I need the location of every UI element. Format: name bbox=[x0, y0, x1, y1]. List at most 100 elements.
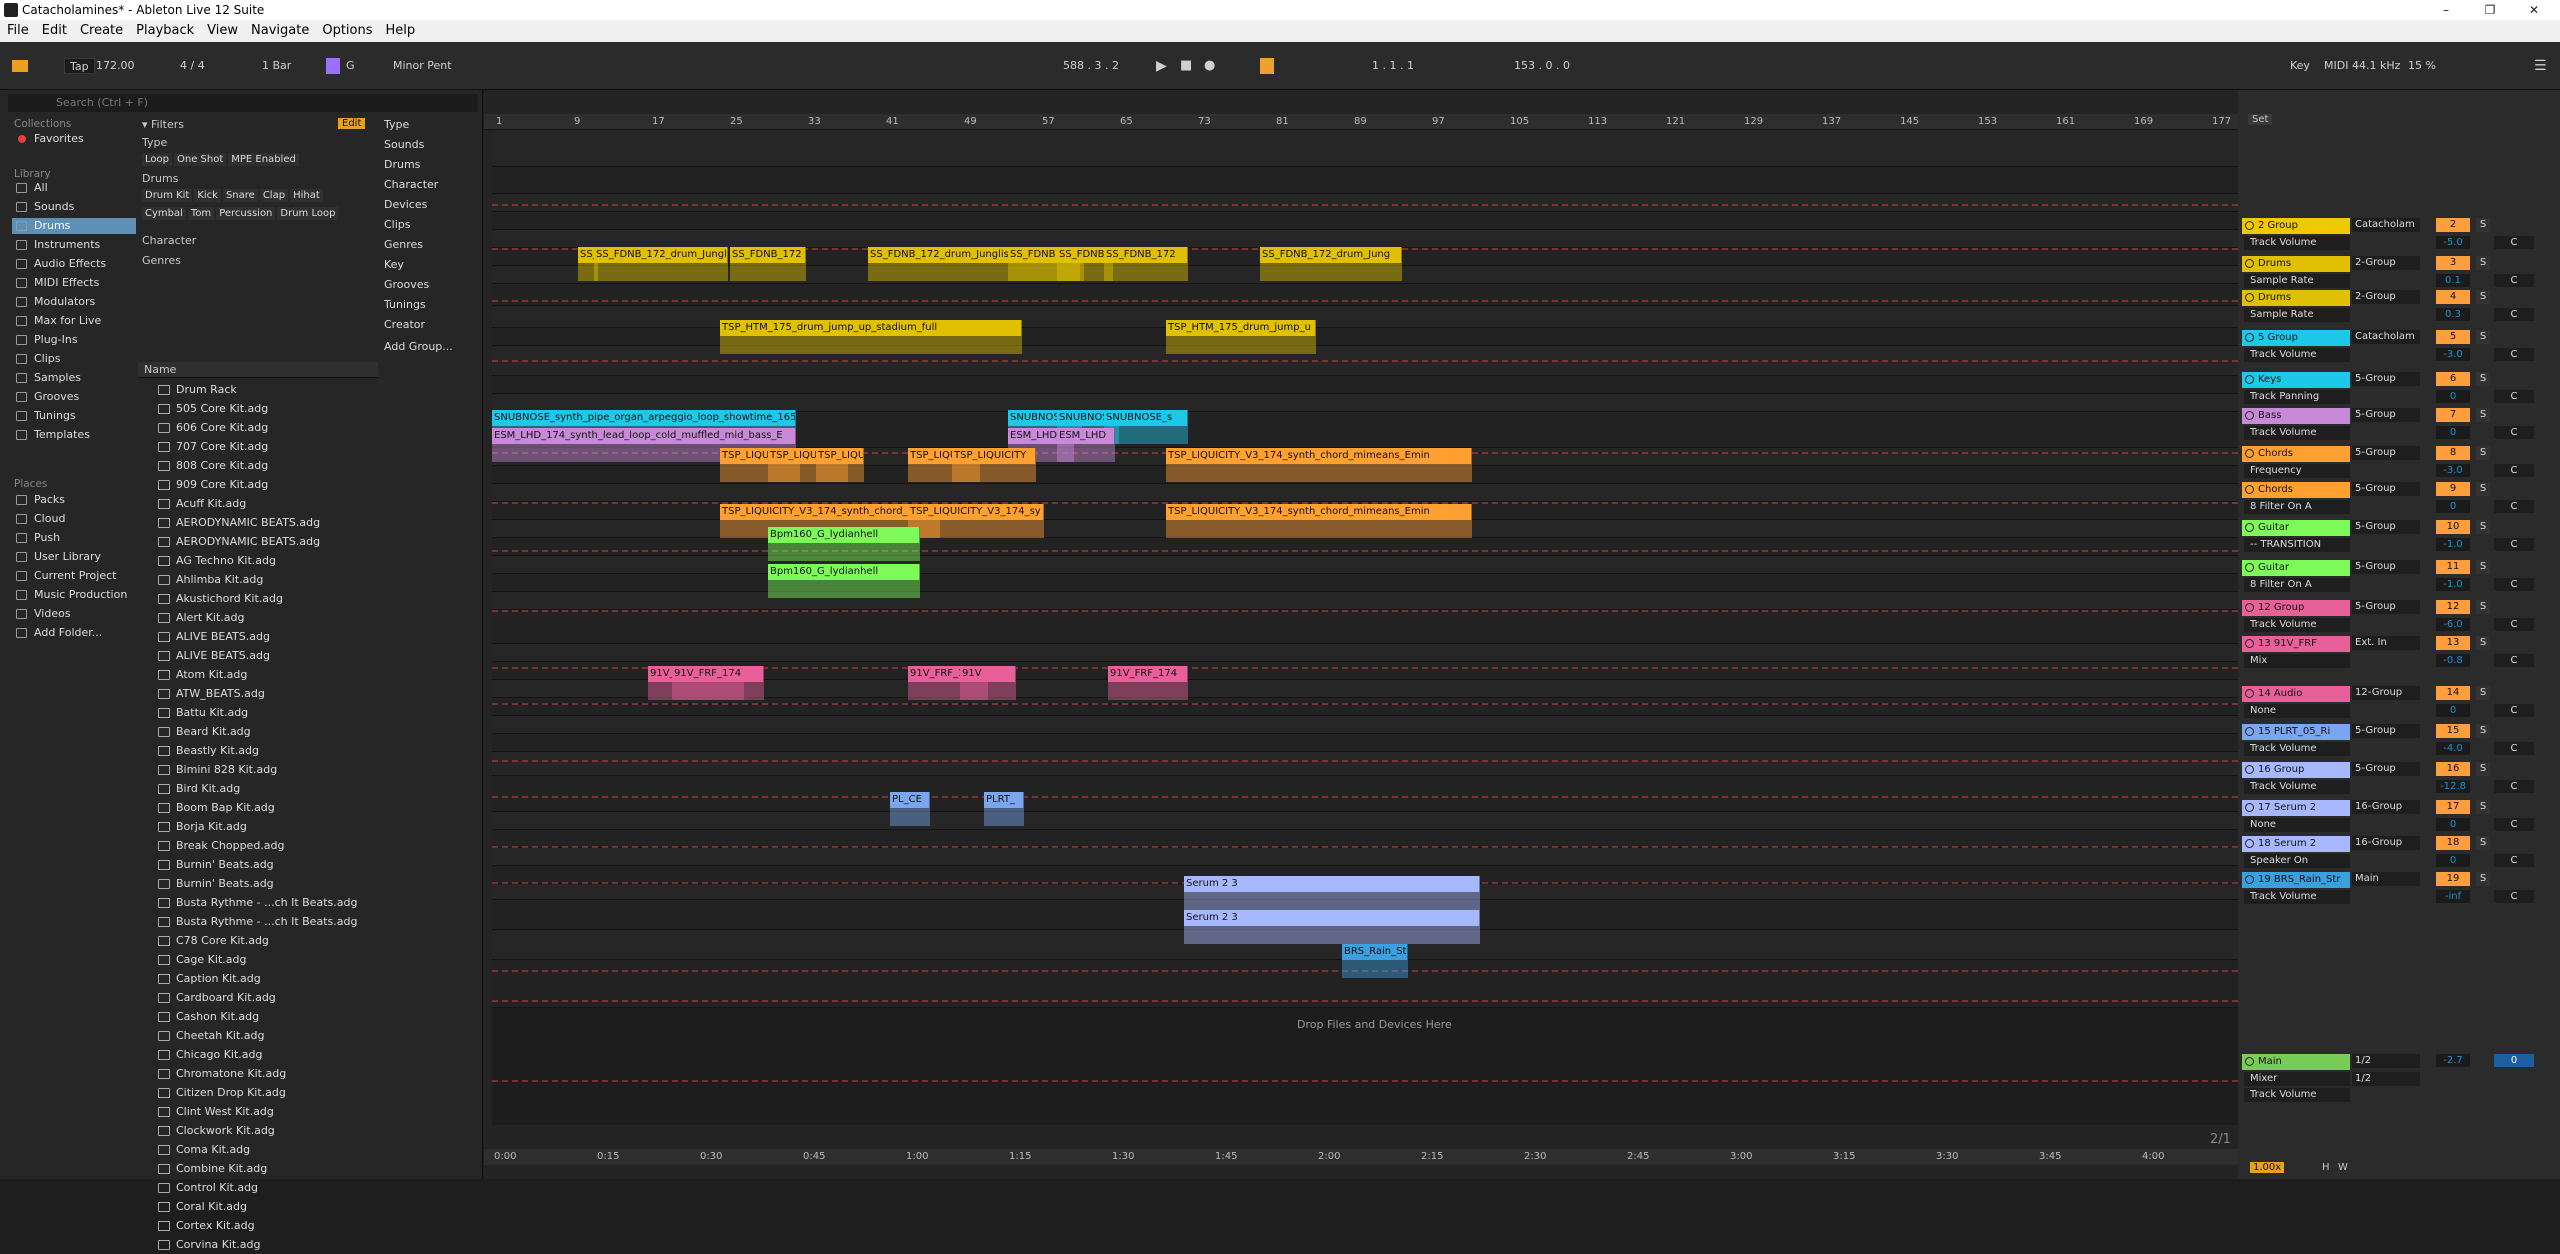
menu-options[interactable]: Options bbox=[315, 20, 378, 38]
clip-body[interactable] bbox=[1184, 892, 1480, 910]
output-routing-select[interactable]: 5-Group bbox=[2352, 482, 2420, 496]
browser-list-item[interactable]: 909 Core Kit.adg bbox=[138, 475, 370, 494]
fold-toggle-icon[interactable] bbox=[2245, 765, 2254, 774]
track-lane[interactable] bbox=[492, 592, 2238, 610]
filter-category[interactable]: Devices bbox=[384, 198, 427, 211]
clip[interactable]: 91V bbox=[960, 666, 1016, 682]
clip-body[interactable] bbox=[768, 580, 920, 598]
clip[interactable]: Bpm160_G_lydianhell bbox=[768, 564, 920, 580]
main-volume[interactable]: -2.7 bbox=[2436, 1054, 2470, 1067]
automation-param-select[interactable]: 8 Filter On A bbox=[2244, 578, 2350, 592]
browser-list-item[interactable]: Cage Kit.adg bbox=[138, 950, 370, 969]
clip[interactable]: TSP_LIQUICITY_V3_174_synth_chord_mimeans… bbox=[1166, 448, 1472, 464]
clip[interactable]: SS_FDNB_172_drum_Jung bbox=[1260, 247, 1402, 263]
automation-param-select[interactable]: Track Panning bbox=[2244, 390, 2350, 404]
browser-search-input[interactable]: Search (Ctrl + F) bbox=[8, 94, 478, 112]
clip[interactable]: SS_FDNB_172 bbox=[1104, 247, 1188, 263]
pan-field[interactable]: C bbox=[2494, 780, 2534, 793]
browser-list-item[interactable]: Break Chopped.adg bbox=[138, 836, 370, 855]
browser-list-item[interactable]: Burnin' Beats.adg bbox=[138, 874, 370, 893]
solo-button[interactable]: S bbox=[2476, 482, 2490, 496]
solo-button[interactable]: S bbox=[2476, 762, 2490, 776]
clip-body[interactable] bbox=[1166, 464, 1472, 482]
clip-body[interactable] bbox=[1108, 682, 1188, 700]
track-activator[interactable]: 5 bbox=[2436, 330, 2470, 344]
library-item[interactable]: Drums bbox=[12, 218, 136, 234]
track-activator[interactable]: 12 bbox=[2436, 600, 2470, 614]
track-lane[interactable] bbox=[492, 698, 2238, 716]
track-lane[interactable] bbox=[492, 484, 2238, 502]
hamburger-icon[interactable]: ☰ bbox=[2534, 58, 2547, 74]
track-activator[interactable]: 7 bbox=[2436, 408, 2470, 422]
clip[interactable]: ESM_LHD bbox=[1057, 428, 1115, 444]
volume-field[interactable]: -1.0 bbox=[2436, 538, 2470, 551]
solo-button[interactable]: S bbox=[2476, 520, 2490, 534]
filter-tag[interactable]: One Shot bbox=[173, 153, 227, 166]
library-item[interactable]: All bbox=[12, 180, 136, 196]
fold-toggle-icon[interactable] bbox=[2245, 485, 2254, 494]
clip-body[interactable] bbox=[1184, 926, 1480, 944]
pan-field[interactable]: C bbox=[2494, 538, 2534, 551]
browser-list-item[interactable]: Burnin' Beats.adg bbox=[138, 855, 370, 874]
tempo-field[interactable]: 172.00 bbox=[96, 58, 135, 74]
volume-field[interactable]: 0 bbox=[2436, 390, 2470, 403]
browser-list-item[interactable]: 505 Core Kit.adg bbox=[138, 399, 370, 418]
track-lane[interactable] bbox=[492, 167, 2238, 194]
mixer-track-name[interactable]: 2 Group bbox=[2242, 218, 2350, 234]
output-routing-select[interactable]: 5-Group bbox=[2352, 762, 2420, 776]
place-item[interactable]: Add Folder... bbox=[12, 625, 136, 641]
main-track-name[interactable]: Main bbox=[2242, 1054, 2350, 1070]
browser-list-item[interactable]: Busta Rythme - ...ch It Beats.adg bbox=[138, 912, 370, 931]
main-automation-select[interactable]: Mixer bbox=[2244, 1072, 2350, 1086]
pan-field[interactable]: C bbox=[2494, 426, 2534, 439]
midi-map-button[interactable]: MIDI bbox=[2324, 58, 2348, 74]
solo-button[interactable]: S bbox=[2476, 836, 2490, 850]
filters-header[interactable]: ▾ Filters bbox=[142, 118, 184, 131]
browser-list-item[interactable]: Akustichord Kit.adg bbox=[138, 589, 370, 608]
record-button[interactable]: ● bbox=[1204, 58, 1215, 74]
library-item[interactable]: Clips bbox=[12, 351, 136, 367]
track-activator[interactable]: 3 bbox=[2436, 256, 2470, 270]
track-lane[interactable] bbox=[492, 644, 2238, 662]
track-lane[interactable] bbox=[492, 812, 2238, 830]
filter-tag[interactable]: Drum Kit bbox=[142, 189, 193, 202]
clip-body[interactable] bbox=[1166, 336, 1316, 354]
filter-category[interactable]: Clips bbox=[384, 218, 411, 231]
browser-list-item[interactable]: Cortex Kit.adg bbox=[138, 1216, 370, 1235]
library-item[interactable]: Grooves bbox=[12, 389, 136, 405]
tap-tempo-button[interactable]: Tap bbox=[64, 58, 95, 74]
browser-list-item[interactable]: Combine Kit.adg bbox=[138, 1159, 370, 1178]
clip-body[interactable] bbox=[952, 464, 1036, 482]
character-filter[interactable]: Character bbox=[142, 234, 196, 247]
track-lanes[interactable]: SS_ SS_FDNB_172_drum_Jungl SS_FDNB_172 SS_F… bbox=[492, 130, 2238, 1125]
fold-toggle-icon[interactable] bbox=[2245, 839, 2254, 848]
automation-param-select[interactable]: Track Volume bbox=[2244, 348, 2350, 362]
solo-button[interactable]: S bbox=[2476, 872, 2490, 886]
pan-field[interactable]: C bbox=[2494, 274, 2534, 287]
play-button[interactable]: ▶ bbox=[1156, 58, 1167, 74]
clip[interactable]: SS_FDNB_172 bbox=[730, 247, 806, 263]
track-lane[interactable] bbox=[492, 284, 2238, 306]
output-routing-select[interactable]: 5-Group bbox=[2352, 520, 2420, 534]
main-automation-param[interactable]: Track Volume bbox=[2244, 1088, 2350, 1102]
place-item[interactable]: Current Project bbox=[12, 568, 136, 584]
track-lane[interactable] bbox=[492, 848, 2238, 866]
browser-list-item[interactable]: Cashon Kit.adg bbox=[138, 1007, 370, 1026]
browser-list-item[interactable]: AERODYNAMIC BEATS.adg bbox=[138, 513, 370, 532]
browser-list-item[interactable]: Coma Kit.adg bbox=[138, 1140, 370, 1159]
automation-param-select[interactable]: Speaker On bbox=[2244, 854, 2350, 868]
solo-button[interactable]: S bbox=[2476, 560, 2490, 574]
place-item[interactable]: User Library bbox=[12, 549, 136, 565]
library-item[interactable]: MIDI Effects bbox=[12, 275, 136, 291]
output-routing-select[interactable]: Ext. In bbox=[2352, 636, 2420, 650]
filter-tag[interactable]: MPE Enabled bbox=[228, 153, 299, 166]
output-routing-select[interactable]: Catacholam bbox=[2352, 330, 2420, 344]
mixer-track-name[interactable]: Drums bbox=[2242, 290, 2350, 306]
browser-list-item[interactable]: Beard Kit.adg bbox=[138, 722, 370, 741]
fold-toggle-icon[interactable] bbox=[2245, 727, 2254, 736]
track-activator[interactable]: 6 bbox=[2436, 372, 2470, 386]
clip[interactable]: Bpm160_G_lydianhell bbox=[768, 527, 920, 543]
library-item[interactable]: Plug-Ins bbox=[12, 332, 136, 348]
automation-param-select[interactable]: Track Volume bbox=[2244, 618, 2350, 632]
library-item[interactable]: Templates bbox=[12, 427, 136, 443]
